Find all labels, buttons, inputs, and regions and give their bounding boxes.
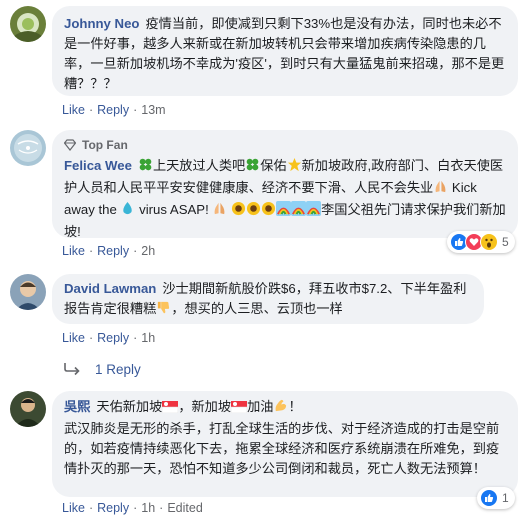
- microbe-icon: [120, 201, 135, 222]
- like-button[interactable]: Like: [62, 244, 85, 258]
- pray-icon: [212, 201, 227, 222]
- separator: ·: [133, 331, 138, 345]
- separator: ·: [88, 244, 94, 258]
- reply-button[interactable]: Reply: [97, 501, 129, 515]
- comment-bubble: Johnny Neo 疫情当前，即使减到只剩下33%也是没有办法，同时也未必不是一…: [52, 6, 518, 96]
- separator: ·: [88, 103, 94, 117]
- comment-text: 加油: [247, 399, 274, 414]
- reactions-summary[interactable]: 5: [447, 231, 515, 253]
- comment-text: 上天放过人类吧: [152, 158, 246, 173]
- sunflower-icon: [231, 201, 246, 222]
- separator: ·: [133, 103, 138, 117]
- like-button[interactable]: Like: [62, 103, 85, 117]
- comment-text: 天佑新加坡: [96, 399, 163, 414]
- pray-icon: [433, 179, 448, 200]
- comment-author[interactable]: Felica Wee: [64, 158, 132, 173]
- like-button[interactable]: Like: [62, 501, 85, 515]
- sunflower-icon: [246, 201, 261, 222]
- comment-text: virus ASAP!: [139, 202, 209, 217]
- comment-text: ，想买的人三思、云顶也一样: [171, 301, 343, 316]
- singapore-flag-icon: [162, 399, 179, 419]
- wow-reaction-icon: [480, 233, 498, 251]
- comment-text: 保佑: [260, 158, 287, 173]
- comment-bubble: David Lawman 沙士期間新航股价跌$6，拜五收市$7.2、下半年盈利报告…: [52, 274, 484, 324]
- reply-button[interactable]: Reply: [97, 244, 129, 258]
- rainbow-icon: [291, 201, 307, 222]
- comment-actions: Like · Reply · 1h: [62, 329, 155, 347]
- comment-text: ，新加坡: [178, 399, 232, 414]
- replies-count-label[interactable]: 1 Reply: [95, 362, 141, 377]
- avatar-wu-xi[interactable]: [10, 391, 46, 427]
- clover-icon: [138, 157, 153, 178]
- separator: ·: [159, 501, 164, 515]
- comment-body: Felica Wee 上天放过人类吧 保佑 新加坡政府,政府部门、白衣天使医护人员和人…: [64, 156, 506, 242]
- top-fan-label: Top Fan: [82, 138, 128, 152]
- thumbs-down-icon: [156, 300, 171, 321]
- reaction-count: 1: [502, 491, 509, 505]
- comment-actions: Like · Reply · 1h · Edited: [62, 499, 203, 517]
- comment-author[interactable]: 吳熙: [64, 399, 90, 414]
- like-button[interactable]: Like: [62, 331, 85, 345]
- avatar-johnny-neo[interactable]: [10, 6, 46, 42]
- top-fan-badge: Top Fan: [64, 136, 506, 154]
- singapore-flag-icon: [230, 399, 248, 419]
- reply-arrow-icon: [64, 363, 80, 376]
- comment-time[interactable]: 2h: [141, 244, 155, 258]
- reply-button[interactable]: Reply: [97, 331, 129, 345]
- comment-text: ！: [288, 399, 302, 414]
- comment-bubble: Top Fan Felica Wee 上天放过人类吧 保佑 新加坡政府,政府部门、白衣…: [52, 130, 518, 239]
- edited-label[interactable]: Edited: [167, 501, 202, 515]
- reactions-summary[interactable]: 1: [477, 487, 515, 509]
- clover-icon: [245, 157, 260, 178]
- comment-author[interactable]: Johnny Neo: [64, 16, 139, 31]
- comment-author[interactable]: David Lawman: [64, 281, 156, 296]
- like-reaction-icon: [480, 489, 498, 507]
- comment-text: 武汉肺炎是无形的杀手，打乱全球生活的步伐、对于经济造成的打击是空前的，如若疫情持…: [64, 421, 500, 476]
- comment-bubble: 吳熙 天佑新加坡 ，新加坡 加油 ！ 武汉肺炎是无形的杀手，打乱全球生活的步伐、对于经济造…: [52, 391, 518, 497]
- reply-button[interactable]: Reply: [97, 103, 129, 117]
- flexed-biceps-icon: [273, 398, 288, 419]
- separator: ·: [133, 244, 138, 258]
- rainbow-icon: [276, 201, 292, 222]
- separator: ·: [133, 501, 138, 515]
- sunflower-icon: [261, 201, 276, 222]
- view-replies-link[interactable]: 1 Reply: [63, 361, 141, 377]
- comment-time[interactable]: 1h: [141, 501, 155, 515]
- reaction-count: 5: [502, 235, 509, 249]
- separator: ·: [88, 331, 94, 345]
- rainbow-icon: [306, 201, 322, 222]
- separator: ·: [88, 501, 94, 515]
- comment-time[interactable]: 13m: [141, 103, 165, 117]
- avatar-david-lawman[interactable]: [10, 274, 46, 310]
- star-icon: [287, 157, 302, 178]
- comment-time[interactable]: 1h: [141, 331, 155, 345]
- diamond-icon: [64, 139, 76, 151]
- comment-actions: Like · Reply · 13m: [62, 101, 166, 119]
- avatar-felica-wee[interactable]: [10, 130, 46, 166]
- comment-actions: Like · Reply · 2h: [62, 242, 155, 260]
